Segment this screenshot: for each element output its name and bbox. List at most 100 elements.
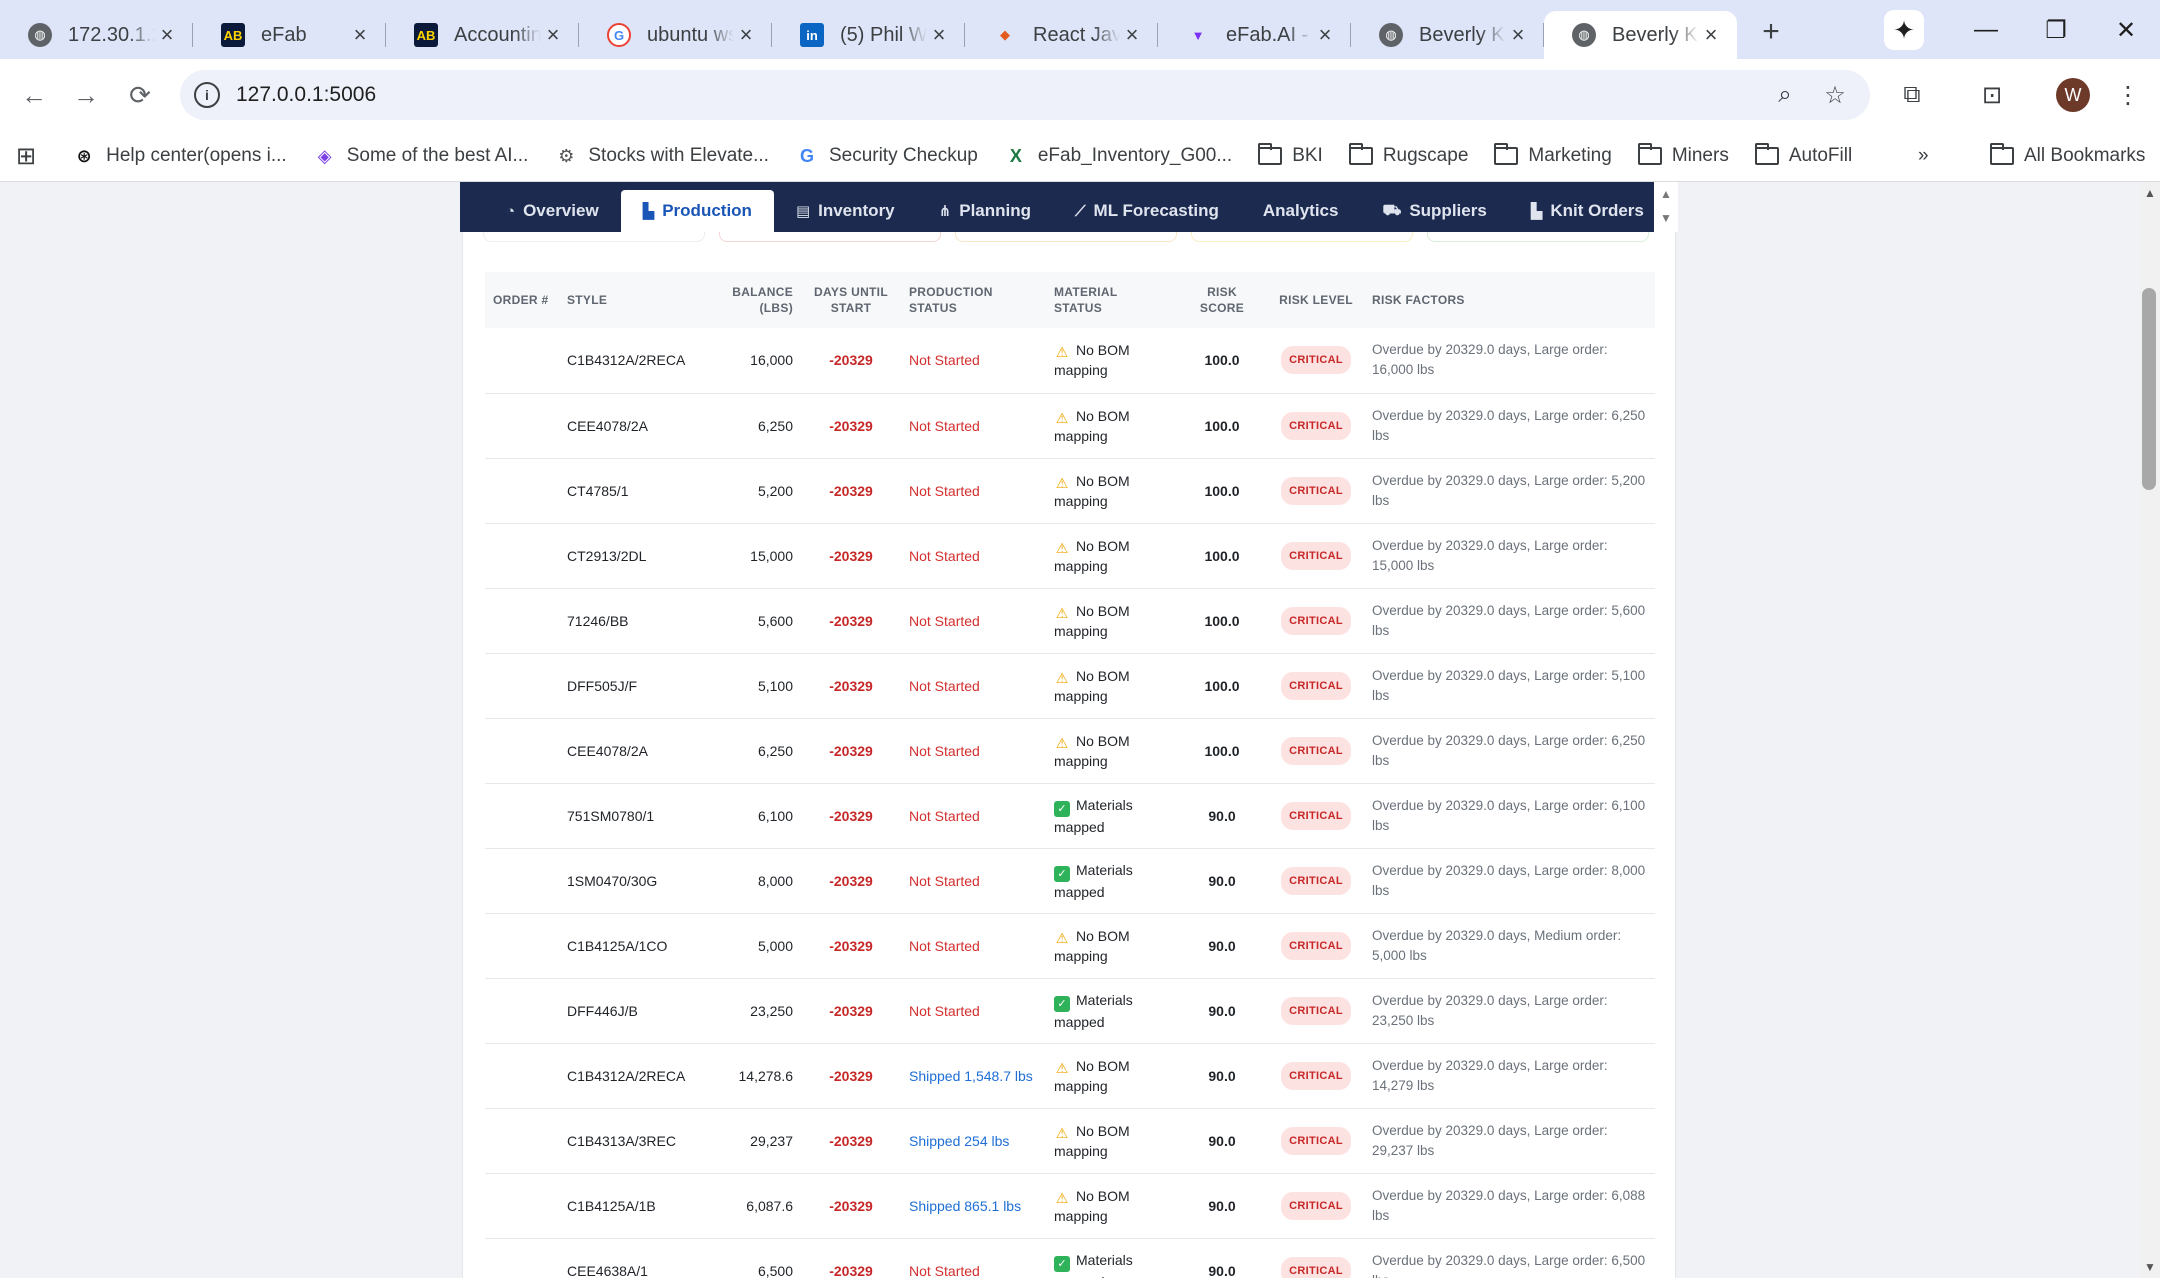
back-arrow-icon[interactable]: ← bbox=[14, 75, 54, 115]
table-row[interactable]: CT4785/1 5,200 -20329 Not Started ⚠ No BOM ma… bbox=[485, 458, 1655, 523]
close-tab-icon[interactable]: × bbox=[927, 22, 951, 48]
table-row[interactable]: C1B4125A/1B 6,087.6 -20329 Shipped 865.1 lb… bbox=[485, 1173, 1655, 1238]
menu-kebab-icon[interactable]: ⋮ bbox=[2108, 75, 2148, 115]
apps-grid-icon[interactable]: ⊞ bbox=[16, 138, 36, 174]
browser-tab[interactable]: Gubuntu wsl × bbox=[579, 11, 772, 59]
gemini-icon[interactable]: ✦ bbox=[1884, 10, 1924, 50]
zoom-out-icon[interactable]: ⌕ bbox=[1770, 80, 1800, 110]
tab-search-icon[interactable]: ⊡ bbox=[1972, 75, 2012, 115]
days-until-start-cell: -20329 bbox=[829, 417, 873, 434]
close-tab-icon[interactable]: × bbox=[1506, 22, 1530, 48]
balance-cell: 5,600 bbox=[757, 612, 793, 629]
browser-tab[interactable]: AB eFab × bbox=[193, 11, 386, 59]
nav-tab[interactable]: ▙ Production bbox=[620, 190, 774, 232]
more-bookmarks-chevron-icon[interactable]: » bbox=[1918, 138, 1929, 174]
bookmark-item[interactable]: G Security Checkup bbox=[795, 138, 978, 174]
page-scrollbar[interactable]: ▲ ▼ bbox=[2140, 182, 2160, 1278]
bookmark-label: AutoFill bbox=[1788, 145, 1853, 166]
order-cell bbox=[485, 978, 559, 1043]
bookmark-item[interactable]: Marketing bbox=[1494, 138, 1612, 174]
tab-list: ◍172.30.1.25×ABeFab×ABAccounting×Gubuntu… bbox=[0, 0, 1737, 59]
page-scroll-up-icon[interactable]: ▲ bbox=[2140, 186, 2160, 200]
nav-tab[interactable]: Analytics bbox=[1241, 190, 1361, 232]
risk-factors-cell: Overdue by 20329.0 days, Medium order: 5… bbox=[1372, 927, 1622, 963]
header-balance[interactable]: BALANCE (LBS) bbox=[709, 272, 801, 328]
table-row[interactable]: CEE4078/2A 6,250 -20329 Not Started ⚠ No BOM … bbox=[485, 718, 1655, 783]
risk-level-cell: CRITICAL bbox=[1268, 393, 1364, 458]
bookmark-item[interactable]: ◈ Some of the best AI... bbox=[313, 138, 529, 174]
browser-tab[interactable]: ◍ Beverly Kn× bbox=[1351, 11, 1544, 59]
table-row[interactable]: 71246/BB 5,600 -20329 Not Started ⚠ No BOM ma… bbox=[485, 588, 1655, 653]
forward-arrow-icon[interactable]: → bbox=[66, 75, 106, 115]
table-row[interactable]: CEE4638A/1 6,500 -20329 Not Started ✓ Materia… bbox=[485, 1238, 1655, 1278]
bookmark-star-icon[interactable]: ☆ bbox=[1820, 80, 1850, 110]
table-row[interactable]: C1B4313A/3REC 29,237 -20329 Shipped 254 lbs… bbox=[485, 1108, 1655, 1173]
close-tab-icon[interactable]: × bbox=[541, 22, 565, 48]
header-material-status[interactable]: MATERIAL STATUS bbox=[1046, 272, 1176, 328]
bookmark-item[interactable]: Rugscape bbox=[1348, 138, 1468, 174]
header-style[interactable]: STYLE bbox=[559, 272, 709, 328]
browser-tab[interactable]: AB Accounting× bbox=[386, 11, 579, 59]
close-tab-icon[interactable]: × bbox=[155, 22, 179, 48]
header-risk-factors[interactable]: RISK FACTORS bbox=[1364, 272, 1655, 328]
warning-icon: ⚠ bbox=[1055, 539, 1069, 556]
nav-tab[interactable]: ⛟ Suppliers bbox=[1360, 190, 1508, 232]
table-row[interactable]: 1SM0470/30G 8,000 -20329 Not Started ✓ Materi… bbox=[485, 848, 1655, 913]
new-tab-button[interactable]: + bbox=[1751, 12, 1791, 52]
browser-tab[interactable]: ◆ React Java× bbox=[965, 11, 1158, 59]
bookmark-item[interactable]: ⚙ Stocks with Elevate... bbox=[554, 138, 769, 174]
table-row[interactable]: CT2913/2DL 15,000 -20329 Not Started ⚠ No BOM… bbox=[485, 523, 1655, 588]
nav-scroll-control[interactable]: ▲ ▼ bbox=[1654, 182, 1678, 232]
nav-tab[interactable]: ⟋ ML Forecasting bbox=[1053, 190, 1241, 232]
minimize-icon[interactable]: — bbox=[1966, 10, 2006, 50]
header-days[interactable]: DAYS UNTIL START bbox=[801, 272, 901, 328]
close-tab-icon[interactable]: × bbox=[1120, 22, 1144, 48]
table-row[interactable]: C1B4125A/1CO 5,000 -20329 Not Started ⚠ No BO… bbox=[485, 913, 1655, 978]
nav-tab[interactable]: ▤ Inventory bbox=[774, 190, 917, 232]
bookmark-item[interactable]: BKI bbox=[1258, 138, 1323, 174]
header-risk-score[interactable]: RISK SCORE bbox=[1176, 272, 1268, 328]
site-info-icon[interactable]: i bbox=[194, 82, 220, 108]
close-window-icon[interactable]: ✕ bbox=[2106, 10, 2146, 50]
browser-tab[interactable]: ◍ 172.30.1.25× bbox=[0, 11, 193, 59]
header-order[interactable]: ORDER # bbox=[485, 272, 559, 328]
warehouse-icon: ▤ bbox=[795, 203, 811, 220]
header-production-status[interactable]: PRODUCTION STATUS bbox=[901, 272, 1046, 328]
table-row[interactable]: C1B4312A/2RECA 16,000 -20329 Not Started ⚠ No… bbox=[485, 328, 1655, 393]
url-text[interactable]: 127.0.0.1:5006 bbox=[236, 83, 376, 107]
bookmark-item[interactable]: AutoFill bbox=[1754, 138, 1853, 174]
close-tab-icon[interactable]: × bbox=[734, 22, 758, 48]
close-tab-icon[interactable]: × bbox=[1313, 22, 1337, 48]
folder-icon bbox=[1754, 143, 1779, 167]
bookmark-item[interactable]: ⊛ Help center(opens i... bbox=[72, 138, 287, 174]
page-scroll-down-icon[interactable]: ▼ bbox=[2140, 1260, 2160, 1274]
page-scroll-thumb[interactable] bbox=[2142, 288, 2156, 490]
browser-tab[interactable]: ▼ eFab.AI - A× bbox=[1158, 11, 1351, 59]
table-row[interactable]: DFF446J/B 23,250 -20329 Not Started ✓ Materia… bbox=[485, 978, 1655, 1043]
all-bookmarks-button[interactable]: All Bookmarks bbox=[1990, 138, 2145, 174]
folder-icon bbox=[1990, 143, 2014, 167]
browser-tab[interactable]: in (5) Phil Wa× bbox=[772, 11, 965, 59]
restore-icon[interactable]: ❐ bbox=[2036, 10, 2076, 50]
risk-factors-cell: Overdue by 20329.0 days, Large order: 6,… bbox=[1372, 732, 1646, 768]
close-tab-icon[interactable]: × bbox=[348, 22, 372, 48]
table-row[interactable]: CEE4078/2A 6,250 -20329 Not Started ⚠ No BOM … bbox=[485, 393, 1655, 458]
extensions-icon[interactable]: ⧉ bbox=[1892, 75, 1932, 115]
reload-icon[interactable]: ⟳ bbox=[120, 75, 160, 115]
nav-tab[interactable]: ⋔ Planning bbox=[917, 190, 1053, 232]
scroll-down-arrow-icon[interactable]: ▼ bbox=[1654, 206, 1678, 230]
nav-tab[interactable]: ▙ Knit Orders bbox=[1509, 190, 1666, 232]
profile-avatar[interactable]: W bbox=[2056, 78, 2090, 112]
table-row[interactable]: 751SM0780/1 6,100 -20329 Not Started ✓ Materi… bbox=[485, 783, 1655, 848]
header-risk-level[interactable]: RISK LEVEL bbox=[1268, 272, 1364, 328]
table-row[interactable]: DFF505J/F 5,100 -20329 Not Started ⚠ No BOM m… bbox=[485, 653, 1655, 718]
nav-tab[interactable]: ◔ Overview bbox=[484, 190, 621, 232]
bookmark-item[interactable]: XeFab_Inventory_G00... bbox=[1004, 138, 1232, 174]
bookmark-item[interactable]: Miners bbox=[1637, 138, 1729, 174]
browser-tab[interactable]: ◍ Beverly Kn× bbox=[1544, 11, 1737, 59]
risk-score-cell: 100.0 bbox=[1204, 547, 1240, 564]
scroll-up-arrow-icon[interactable]: ▲ bbox=[1654, 182, 1678, 206]
close-tab-icon[interactable]: × bbox=[1699, 22, 1723, 48]
table-row[interactable]: C1B4312A/2RECA 14,278.6 -20329 Shipped 1,54… bbox=[485, 1043, 1655, 1108]
address-bar[interactable]: i 127.0.0.1:5006 ⌕ ☆ bbox=[180, 70, 1870, 120]
